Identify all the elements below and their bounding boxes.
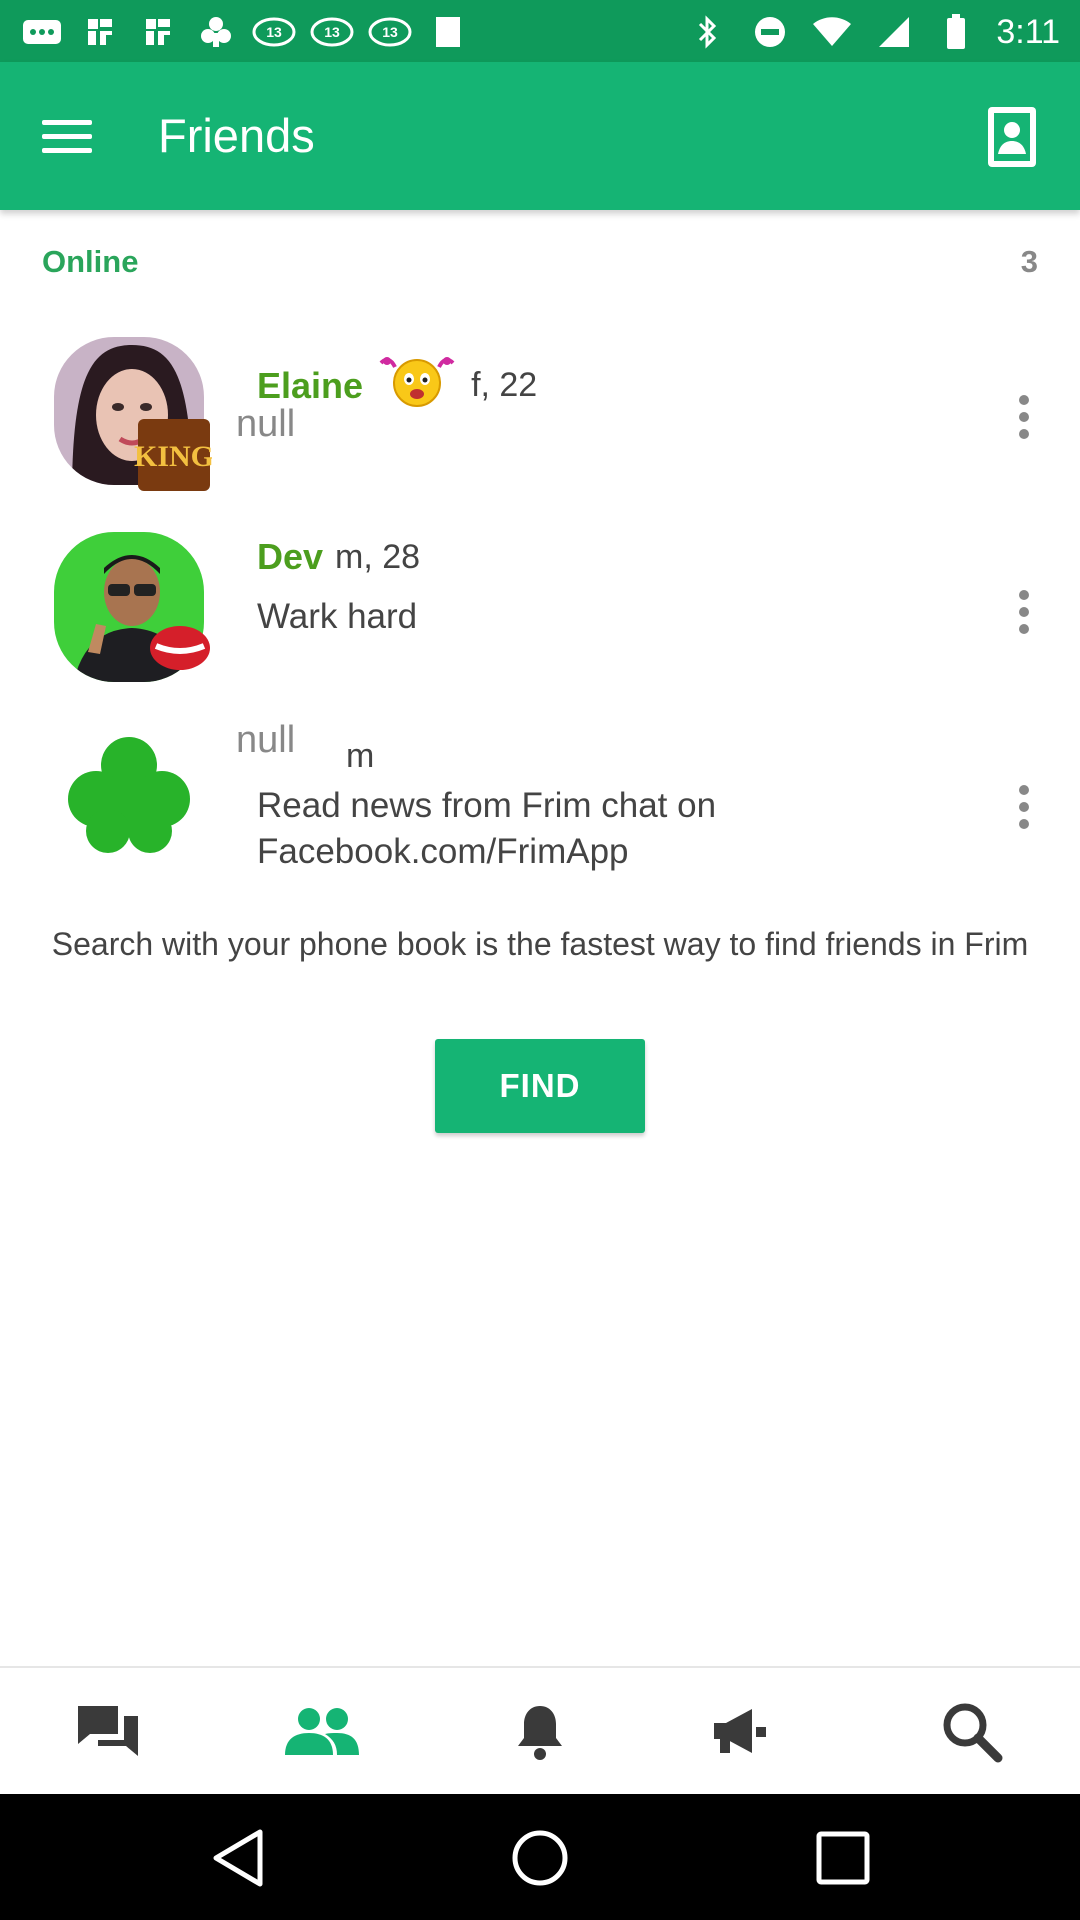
chat-icon[interactable] [48,1668,168,1796]
signal-icon [872,15,916,49]
friend-name: Dev [257,536,324,577]
bluetooth-icon [686,15,730,49]
do-not-disturb-icon [748,15,792,49]
pinwheel-icon [136,15,180,49]
svg-text:13: 13 [382,24,398,40]
status-bar: 13 13 13 3:11 [0,0,1080,62]
friend-gender-age: f, 22 [471,366,538,404]
friend-name: null [236,719,296,761]
friend-gender-age: m, 28 [335,537,421,576]
phonebook-hint-text: Search with your phone book is the faste… [51,926,1029,962]
friend-status-text: Read news from Frim chat on Facebook.com… [257,786,717,871]
abc13-icon: 13 [310,15,354,49]
friend-status-text: Wark hard [257,597,418,636]
avatar[interactable] [52,530,212,690]
recent-apps-icon[interactable] [803,1818,883,1898]
friend-list-item[interactable]: Dev m, 28 Wark hard [0,530,1080,705]
avatar[interactable]: KING [52,335,214,495]
bell-icon[interactable] [480,1668,600,1796]
more-options-icon[interactable] [1004,582,1044,642]
more-options-icon[interactable] [1004,387,1044,447]
pinwheel-icon [78,15,122,49]
friend-name: Elaine [257,364,364,406]
app-bar: Friends [0,62,1080,210]
battery-icon [934,14,978,49]
smiley-emoji-icon [375,353,459,418]
more-icon [20,15,64,49]
more-options-icon[interactable] [1004,777,1044,837]
abc13-icon: 13 [368,15,412,49]
contacts-book-icon[interactable] [980,102,1044,172]
friend-list-item[interactable]: null m Read news from Frim chat on Faceb… [0,719,1080,900]
system-navigation-bar [0,1794,1080,1920]
frim-icon [194,15,238,49]
friend-name-line: Elaine f, 22 [257,353,537,418]
frim-logo-avatar[interactable] [52,725,212,885]
abc13-icon: 13 [252,15,296,49]
notification-icons: 13 13 13 [20,12,470,52]
svg-text:13: 13 [266,24,282,40]
back-icon[interactable] [198,1818,278,1898]
section-online-label: Online [42,244,139,279]
bottom-navigation [0,1666,1080,1794]
stop-icon [426,15,470,49]
search-icon[interactable] [912,1668,1032,1796]
friend-list-item[interactable]: KING Elaine f, 22 null [0,335,1080,510]
page-title: Friends [158,109,315,162]
svg-text:13: 13 [324,24,340,40]
king-badge-text: KING [134,440,212,473]
friend-status-text: null [236,403,296,445]
friend-gender: m [346,737,375,775]
system-status-icons: 3:11 [686,12,1060,52]
online-count: 3 [1020,244,1038,279]
friend-name-line: Dev m, 28 [257,536,420,578]
status-time: 3:11 [996,12,1060,51]
friends-icon[interactable] [262,1668,382,1796]
wifi-icon [810,15,854,49]
home-icon[interactable] [500,1818,580,1898]
megaphone-icon[interactable] [680,1668,800,1796]
find-button[interactable]: FIND [435,1039,645,1133]
hamburger-menu-icon[interactable] [42,106,104,166]
